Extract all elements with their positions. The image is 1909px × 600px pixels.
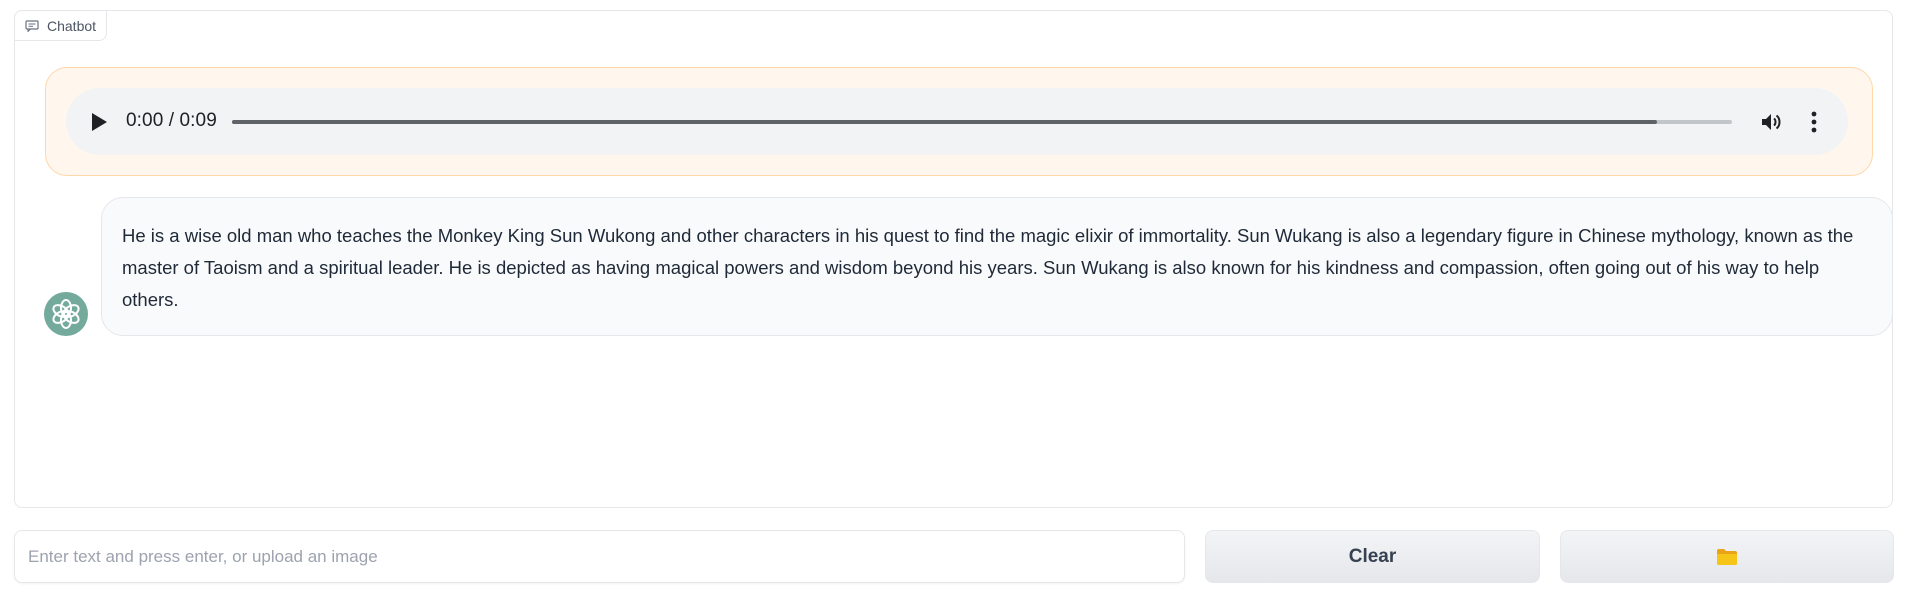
chatbot-panel: Chatbot 0:00 / 0:09 He is a wise old man… (14, 10, 1893, 508)
clear-button[interactable]: Clear (1205, 530, 1540, 583)
bot-message: He is a wise old man who teaches the Mon… (101, 197, 1893, 336)
play-icon[interactable] (90, 112, 108, 132)
audio-seek-bar[interactable] (232, 120, 1732, 124)
audio-seek-progress (232, 120, 1657, 124)
volume-icon[interactable] (1759, 110, 1783, 134)
upload-button[interactable] (1560, 530, 1894, 583)
user-message: 0:00 / 0:09 (45, 67, 1873, 176)
folder-icon (1717, 548, 1737, 565)
audio-time: 0:00 / 0:09 (126, 110, 217, 131)
message-input[interactable] (14, 530, 1185, 583)
clear-button-label: Clear (1348, 545, 1397, 567)
more-options-icon[interactable] (1810, 110, 1818, 134)
chatbot-label: Chatbot (14, 10, 108, 41)
openai-logo-icon (52, 299, 80, 329)
chatbot-label-text: Chatbot (47, 17, 97, 34)
bot-avatar (44, 292, 88, 336)
audio-player: 0:00 / 0:09 (66, 88, 1848, 155)
chat-icon (25, 19, 39, 32)
